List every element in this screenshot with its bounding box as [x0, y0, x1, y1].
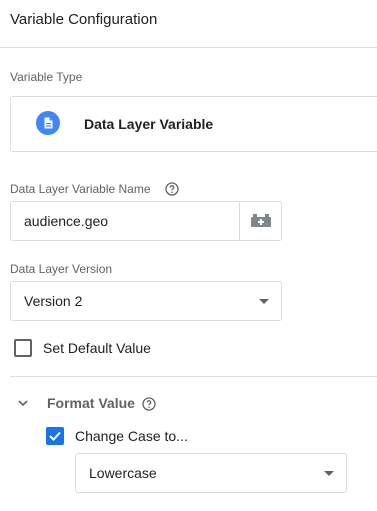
change-case-value: Lowercase: [89, 465, 157, 481]
dlv-name-input[interactable]: audience.geo: [10, 201, 282, 241]
help-circle-icon[interactable]: [142, 397, 156, 411]
dropdown-caret-icon: [324, 471, 334, 476]
variable-type-label: Variable Type: [10, 70, 83, 84]
variable-type-name: Data Layer Variable: [84, 116, 214, 132]
variable-picker-button[interactable]: [239, 202, 281, 240]
dl-version-select[interactable]: Version 2: [10, 281, 282, 321]
format-value-title[interactable]: Format Value: [47, 395, 135, 411]
dlv-name-label: Data Layer Variable Name: [10, 182, 151, 196]
default-value-checkbox[interactable]: [14, 339, 32, 357]
variable-picker-icon: [250, 214, 271, 227]
checkmark-icon: [49, 431, 61, 441]
change-case-label: Change Case to...: [75, 428, 188, 444]
dl-version-value: Version 2: [24, 293, 83, 309]
default-value-label: Set Default Value: [43, 340, 151, 356]
change-case-select[interactable]: Lowercase: [75, 453, 347, 493]
section-divider: [10, 376, 377, 377]
panel-title: Variable Configuration: [10, 11, 158, 28]
document-icon: [36, 111, 60, 135]
dl-version-label: Data Layer Version: [10, 262, 113, 276]
change-case-checkbox[interactable]: [46, 427, 64, 445]
help-circle-icon[interactable]: [165, 182, 179, 196]
dropdown-caret-icon: [259, 299, 269, 304]
variable-type-card[interactable]: Data Layer Variable: [10, 96, 377, 152]
header-divider: [0, 47, 377, 48]
dlv-name-value: audience.geo: [24, 213, 109, 229]
chevron-down-icon[interactable]: [17, 397, 29, 409]
